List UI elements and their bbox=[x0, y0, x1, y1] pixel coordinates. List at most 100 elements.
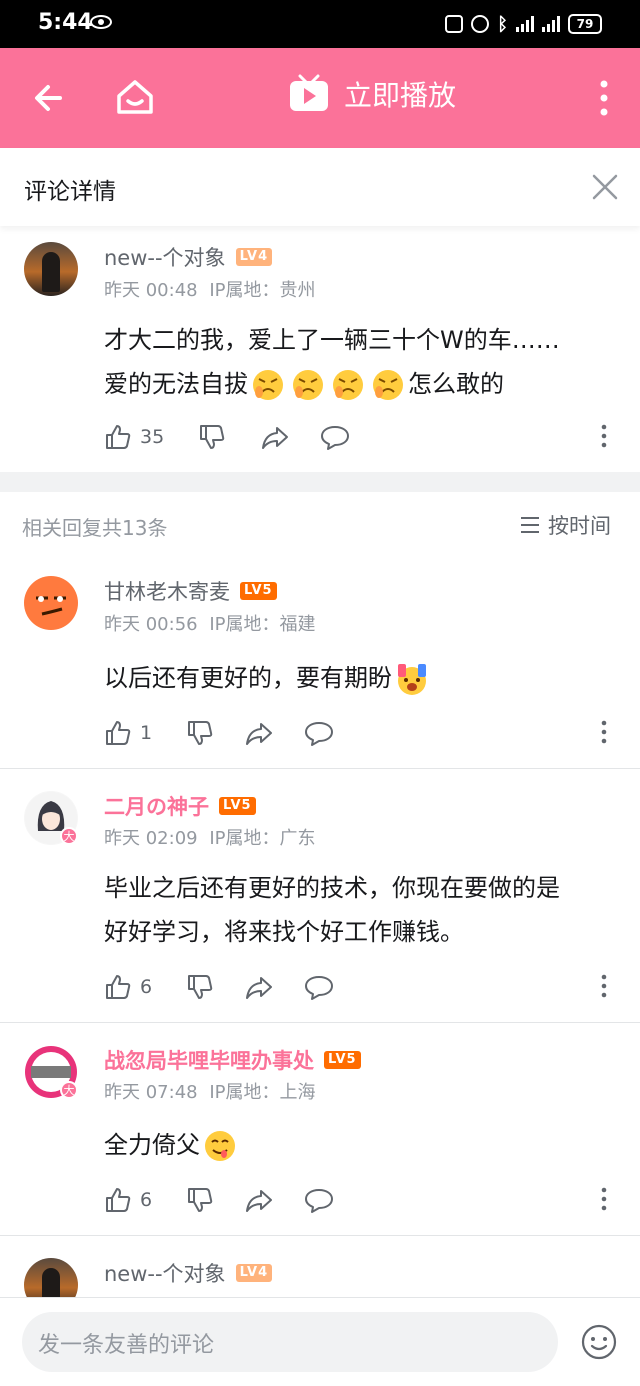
close-icon[interactable] bbox=[592, 174, 618, 200]
reply-text-segment: 以后还有更好的，要有期盼 bbox=[104, 664, 392, 692]
username-text: 二月の神子 bbox=[104, 795, 209, 819]
home-icon[interactable] bbox=[114, 76, 156, 118]
page-title: 评论详情 bbox=[24, 179, 116, 205]
angry-emoji-icon bbox=[333, 370, 363, 400]
vip-badge-icon: 大 bbox=[60, 1081, 78, 1099]
sort-label: 按时间 bbox=[548, 514, 611, 538]
angry-emoji-icon bbox=[293, 370, 323, 400]
more-vertical-icon[interactable] bbox=[596, 78, 612, 118]
reply-time: 昨天 00:56 bbox=[104, 614, 198, 635]
play-now-label: 立即播放 bbox=[344, 79, 457, 112]
reply-more-icon[interactable] bbox=[600, 1187, 608, 1211]
level-badge: LV4 bbox=[235, 248, 273, 266]
replies-header: 相关回复共13条 按时间 bbox=[0, 490, 640, 560]
comment-input-bar: 发一条友善的评论 bbox=[0, 1297, 640, 1386]
share-icon[interactable] bbox=[244, 719, 274, 747]
avatar[interactable] bbox=[24, 242, 78, 296]
emoji-picker-icon[interactable] bbox=[581, 1324, 617, 1360]
avatar[interactable]: 大 bbox=[24, 1045, 78, 1099]
reply-text-line: 好好学习，将来找个好工作赚钱。 bbox=[104, 918, 464, 946]
comment-more-icon[interactable] bbox=[600, 424, 608, 448]
reply-meta: 昨天 07:48 IP属地：上海 bbox=[104, 1078, 316, 1104]
reply-text: 毕业之后还有更好的技术，你现在要做的是 好好学习，将来找个好工作赚钱。 bbox=[104, 866, 619, 954]
reply-more-icon[interactable] bbox=[600, 720, 608, 744]
level-badge: LV5 bbox=[219, 797, 256, 815]
thumbs-up-icon bbox=[106, 721, 131, 745]
play-now-button[interactable]: 立即播放 bbox=[288, 74, 456, 114]
reply-meta: 昨天 02:09 IP属地：广东 bbox=[104, 824, 316, 850]
status-icons: ᛒ 79 bbox=[445, 12, 602, 36]
comment-time: 昨天 00:48 bbox=[104, 280, 198, 301]
like-button[interactable]: 6 bbox=[104, 973, 152, 1001]
reply-actions: 6 bbox=[104, 972, 334, 1002]
comment-username[interactable]: new--个对象 LV4 bbox=[104, 242, 273, 272]
reply-bubble-icon[interactable] bbox=[304, 1186, 334, 1214]
reply-actions: 6 bbox=[104, 1185, 334, 1215]
reply-ip: IP属地：广东 bbox=[209, 828, 316, 849]
comment-input[interactable]: 发一条友善的评论 bbox=[22, 1312, 558, 1372]
back-arrow-icon[interactable] bbox=[30, 78, 70, 118]
comment-text-segment: 怎么敢的 bbox=[408, 370, 504, 398]
reply-bubble-icon[interactable] bbox=[320, 423, 350, 451]
level-badge: LV5 bbox=[324, 1051, 361, 1069]
avatar[interactable]: 大 bbox=[24, 791, 78, 845]
angry-emoji-icon bbox=[373, 370, 403, 400]
reply-text-line: 毕业之后还有更好的技术，你现在要做的是 bbox=[104, 874, 560, 902]
thumbs-up-icon bbox=[106, 975, 131, 999]
level-badge: LV5 bbox=[240, 582, 277, 600]
avatar[interactable] bbox=[24, 576, 78, 630]
status-bar: 5:44 ᛒ 79 bbox=[0, 0, 640, 48]
section-divider bbox=[0, 472, 640, 492]
reply-count: 相关回复共13条 bbox=[22, 516, 168, 540]
reply-item: 大 二月の神子 LV5 昨天 02:09 IP属地：广东 毕业之后还有更好的技术… bbox=[0, 769, 640, 1022]
like-button[interactable]: 6 bbox=[104, 1186, 152, 1214]
comment-text-segment: 爱的无法自拔 bbox=[104, 370, 248, 398]
share-icon[interactable] bbox=[244, 973, 274, 1001]
reply-username[interactable]: 二月の神子 LV5 bbox=[104, 791, 256, 821]
like-count: 35 bbox=[140, 426, 165, 448]
thumbs-down-icon[interactable] bbox=[198, 423, 226, 451]
comment-actions: 35 bbox=[104, 422, 350, 452]
like-count: 1 bbox=[140, 722, 153, 744]
username-text: new--个对象 bbox=[104, 246, 226, 270]
reply-item: 大 战忽局毕哩毕哩办事处 LV5 昨天 07:48 IP属地：上海 全力倚父 6 bbox=[0, 1023, 640, 1235]
main-comment: new--个对象 LV4 昨天 00:48 IP属地：贵州 才大二的我，爱上了一… bbox=[0, 226, 640, 472]
nfc-icon bbox=[445, 15, 464, 33]
yum-emoji-icon bbox=[205, 1131, 235, 1161]
comment-meta: 昨天 00:48 IP属地：贵州 bbox=[104, 276, 316, 302]
like-button[interactable]: 1 bbox=[104, 719, 152, 747]
reply-bubble-icon[interactable] bbox=[304, 719, 334, 747]
thumbs-up-icon bbox=[106, 1188, 131, 1212]
like-count: 6 bbox=[140, 976, 153, 998]
reply-username[interactable]: 战忽局毕哩毕哩办事处 LV5 bbox=[104, 1045, 361, 1075]
thumbs-up-icon bbox=[106, 425, 131, 449]
username-text: new--个对象 bbox=[104, 1262, 226, 1286]
thumbs-down-icon[interactable] bbox=[186, 719, 214, 747]
thumbs-down-icon[interactable] bbox=[186, 973, 214, 1001]
comment-text-line: 爱的无法自拔 怎么敢的 bbox=[104, 362, 619, 406]
reply-bubble-icon[interactable] bbox=[304, 973, 334, 1001]
angry-emoji-icon bbox=[253, 370, 283, 400]
like-count: 6 bbox=[140, 1189, 153, 1211]
sort-list-icon bbox=[521, 517, 539, 533]
avatar-face bbox=[25, 577, 77, 629]
vip-badge-icon: 大 bbox=[60, 827, 78, 845]
reply-text: 全力倚父 bbox=[104, 1123, 619, 1167]
reply-more-icon[interactable] bbox=[600, 974, 608, 998]
reply-ip: IP属地：福建 bbox=[209, 614, 316, 635]
signal-5g-icon bbox=[516, 16, 534, 32]
avatar[interactable] bbox=[24, 1258, 78, 1297]
share-icon[interactable] bbox=[260, 423, 290, 451]
reply-text-segment: 全力倚父 bbox=[104, 1131, 200, 1159]
username-text: 甘林老木寄麦 bbox=[104, 580, 230, 604]
username-text: 战忽局毕哩毕哩办事处 bbox=[104, 1049, 314, 1073]
level-badge: LV4 bbox=[235, 1264, 273, 1282]
reply-username[interactable]: new--个对象 LV4 bbox=[104, 1258, 273, 1288]
share-icon[interactable] bbox=[244, 1186, 274, 1214]
reply-username[interactable]: 甘林老木寄麦 LV5 bbox=[104, 576, 277, 606]
thumbs-down-icon[interactable] bbox=[186, 1186, 214, 1214]
reply-meta: 昨天 00:56 IP属地：福建 bbox=[104, 610, 316, 636]
comment-text: 才大二的我，爱上了一辆三十个W的车…… 爱的无法自拔 怎么敢的 bbox=[104, 318, 619, 406]
sort-button[interactable]: 按时间 bbox=[520, 510, 611, 540]
like-button[interactable]: 35 bbox=[104, 423, 164, 451]
